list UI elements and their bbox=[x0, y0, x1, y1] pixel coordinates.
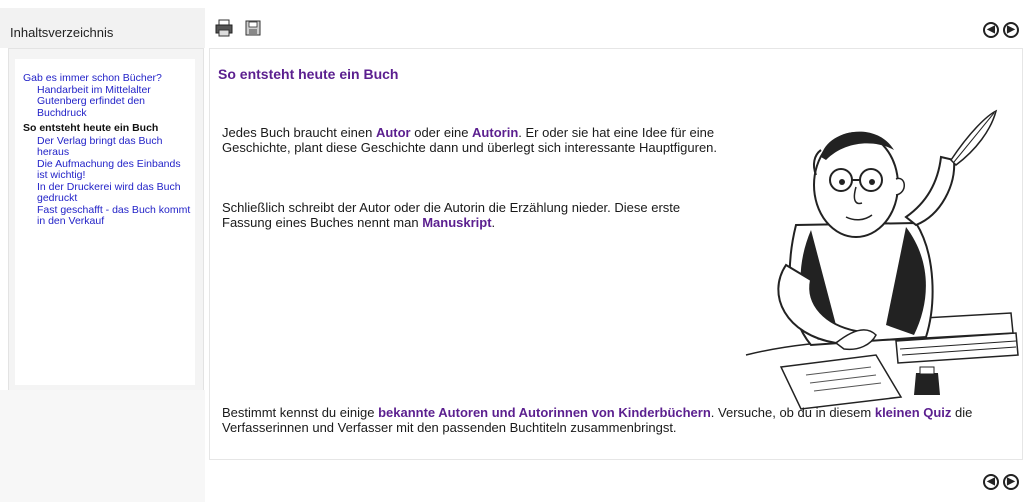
page-title: So entsteht heute ein Buch bbox=[218, 66, 399, 82]
paragraph-3-text-b: . Versuche, ob du in diesem bbox=[710, 405, 875, 420]
keyword-manuskript: Manuskript bbox=[422, 215, 492, 230]
toc-item-der-verlag-bringt-das-buch-heraus[interactable]: Der Verlag bringt das Buch heraus bbox=[37, 135, 193, 159]
arrow-right-circle-icon: ▶ bbox=[1007, 476, 1015, 487]
link-bekannte-autoren[interactable]: bekannte Autoren und Autorinnen von Kind… bbox=[378, 405, 711, 420]
toc-item-die-aufmachung-des-einbands[interactable]: Die Aufmachung des Einbands ist wichtig! bbox=[37, 158, 193, 182]
paragraph-1-text-b: oder eine bbox=[410, 125, 473, 140]
sidebar-header: Inhaltsverzeichnis bbox=[0, 8, 205, 48]
toc-item-gab-es-immer-schon-buecher[interactable]: Gab es immer schon Bücher? bbox=[23, 72, 193, 85]
sidebar-footer-area bbox=[0, 390, 205, 502]
paragraph-2-text-b: . bbox=[491, 215, 496, 230]
paragraph-1: Jedes Buch braucht einen Autor oder eine… bbox=[222, 125, 732, 155]
prev-page-button[interactable]: ◀ bbox=[983, 22, 999, 38]
keyword-autor: Autor bbox=[375, 125, 411, 140]
toc-item-current-so-entsteht-heute-ein-buch: So entsteht heute ein Buch bbox=[23, 122, 159, 134]
next-page-button-bottom[interactable]: ▶ bbox=[1003, 474, 1019, 490]
save-icon[interactable] bbox=[243, 19, 263, 37]
toc-item-in-der-druckerei[interactable]: In der Druckerei wird das Buch gedruckt bbox=[37, 181, 193, 205]
prev-page-button-bottom[interactable]: ◀ bbox=[983, 474, 999, 490]
toc-item-fast-geschafft[interactable]: Fast geschafft - das Buch kommt in den V… bbox=[37, 204, 193, 228]
paragraph-1-text-a: Jedes Buch braucht einen bbox=[222, 125, 376, 140]
sidebar-title: Inhaltsverzeichnis bbox=[10, 25, 114, 40]
next-page-button[interactable]: ▶ bbox=[1003, 22, 1019, 38]
author-writing-illustration bbox=[745, 109, 1019, 410]
paragraph-2: Schließlich schreibt der Autor oder die … bbox=[222, 200, 727, 230]
paragraph-3-text-a: Bestimmt kennst du einige bbox=[222, 405, 379, 420]
sidebar-panel: Gab es immer schon Bücher? Handarbeit im… bbox=[8, 48, 204, 394]
content-panel: So entsteht heute ein Buch Jedes Buch br… bbox=[209, 48, 1023, 460]
printer-icon[interactable] bbox=[214, 19, 234, 37]
toc-item-gutenberg-erfindet-den-buchdruck[interactable]: Gutenberg erfindet den Buchdruck bbox=[37, 95, 193, 119]
link-kleinen-quiz[interactable]: kleinen Quiz bbox=[875, 405, 952, 420]
table-of-contents: Gab es immer schon Bücher? Handarbeit im… bbox=[23, 72, 193, 228]
arrow-left-circle-icon: ◀ bbox=[987, 476, 995, 487]
toc-container: Gab es immer schon Bücher? Handarbeit im… bbox=[15, 59, 195, 385]
arrow-left-circle-icon: ◀ bbox=[987, 24, 995, 35]
arrow-right-circle-icon: ▶ bbox=[1007, 24, 1015, 35]
paragraph-3: Bestimmt kennst du einige bekannte Autor… bbox=[222, 405, 1022, 435]
keyword-autorin: Autorin bbox=[472, 125, 519, 140]
